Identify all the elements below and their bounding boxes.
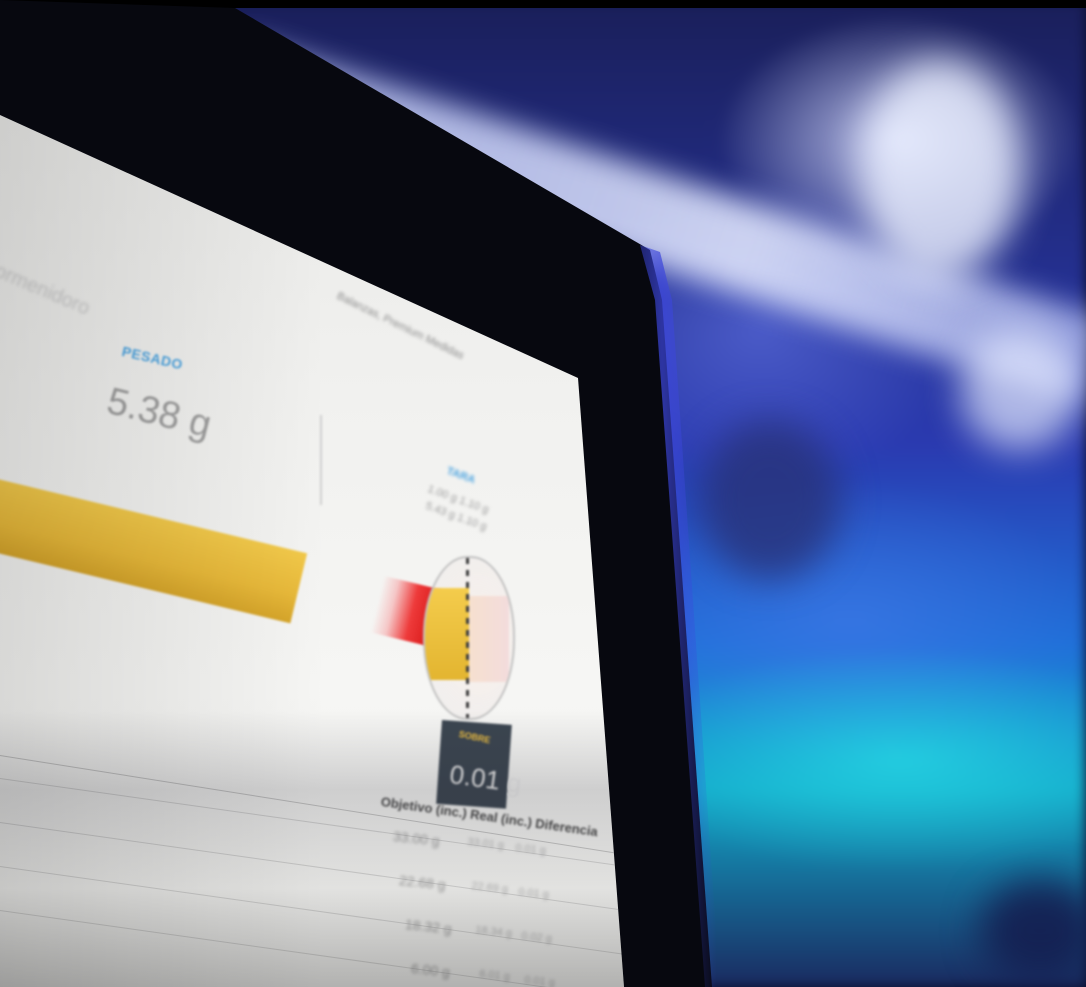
weighed-value: 5.38 g — [102, 380, 216, 447]
lens-fill-yellow — [425, 588, 469, 680]
table-cell-real: 18.34 g — [474, 924, 513, 940]
tare-label: TARA — [444, 465, 477, 487]
background-shadow-blob — [700, 420, 840, 580]
table-cell-target: 33.00 g — [392, 828, 441, 849]
table-cell-real: 22.69 g — [470, 880, 509, 896]
table-cell-target: 6.00 g — [410, 960, 451, 980]
background-light-blob — [860, 60, 1020, 280]
target-needle — [466, 558, 469, 718]
magnifier-lens — [423, 556, 515, 720]
table-divider — [0, 755, 624, 857]
progress-fill — [0, 470, 308, 624]
divider — [320, 415, 322, 505]
table-cell-diff: 0.01 g — [517, 886, 550, 902]
background-light-blob — [960, 330, 1080, 450]
table-cell-target: 18.32 g — [404, 916, 453, 937]
photo-scene: ormenidoro Balanzas, Premium Medidas PES… — [0, 0, 1086, 987]
table-cell-real: 6.01 g — [478, 968, 511, 984]
weighed-label: PESADO — [120, 343, 185, 373]
table-cell-diff: 0.01 g — [514, 842, 547, 858]
breadcrumb: ormenidoro — [0, 260, 94, 320]
table-cell-target: 22.68 g — [398, 872, 447, 893]
table-cell-real: 33.01 g — [466, 836, 505, 852]
lens-fill-cream — [469, 596, 509, 682]
table-cell-diff: 0.02 g — [520, 930, 553, 946]
table-cell-diff: 0.01 g — [523, 974, 556, 987]
